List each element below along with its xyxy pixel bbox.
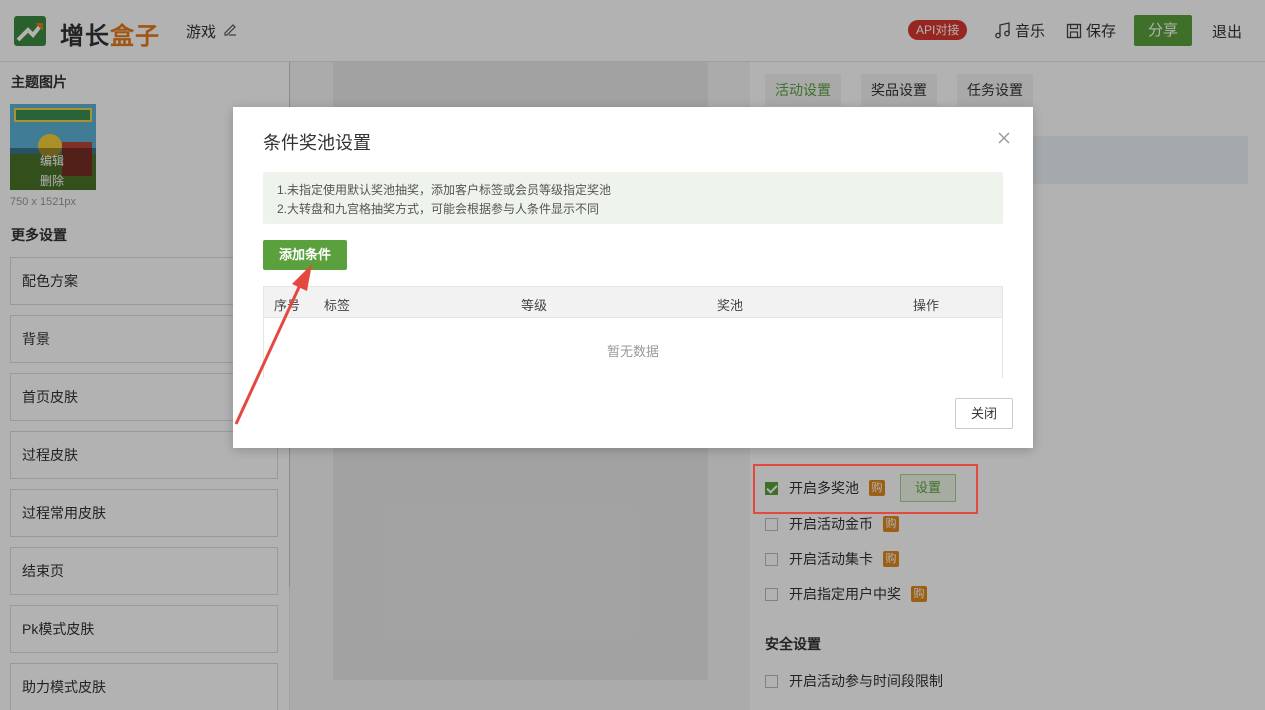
column-pool: 奖池 <box>717 298 744 313</box>
condition-pool-modal: 条件奖池设置 1.未指定使用默认奖池抽奖，添加客户标签或会员等级指定奖池 2.大… <box>233 107 1033 448</box>
column-index: 序号 <box>274 298 301 313</box>
notice-line-1: 1.未指定使用默认奖池抽奖，添加客户标签或会员等级指定奖池 <box>277 183 612 197</box>
column-tag: 标签 <box>324 298 351 313</box>
notice-line-2: 2.大转盘和九宫格抽奖方式，可能会根据参与人条件显示不同 <box>277 202 600 216</box>
highlight-box <box>753 464 978 514</box>
table-header: 序号 标签 等级 奖池 操作 <box>264 287 1002 318</box>
add-condition-button[interactable]: 添加条件 <box>263 240 347 270</box>
close-icon[interactable] <box>995 129 1013 147</box>
condition-table: 序号 标签 等级 奖池 操作 暂无数据 <box>263 286 1003 378</box>
close-button[interactable]: 关闭 <box>955 398 1013 429</box>
modal-title: 条件奖池设置 <box>263 133 371 153</box>
notice-box: 1.未指定使用默认奖池抽奖，添加客户标签或会员等级指定奖池 2.大转盘和九宫格抽… <box>263 172 1003 224</box>
column-level: 等级 <box>521 298 548 313</box>
column-action: 操作 <box>913 298 940 313</box>
empty-state-text: 暂无数据 <box>606 344 659 359</box>
